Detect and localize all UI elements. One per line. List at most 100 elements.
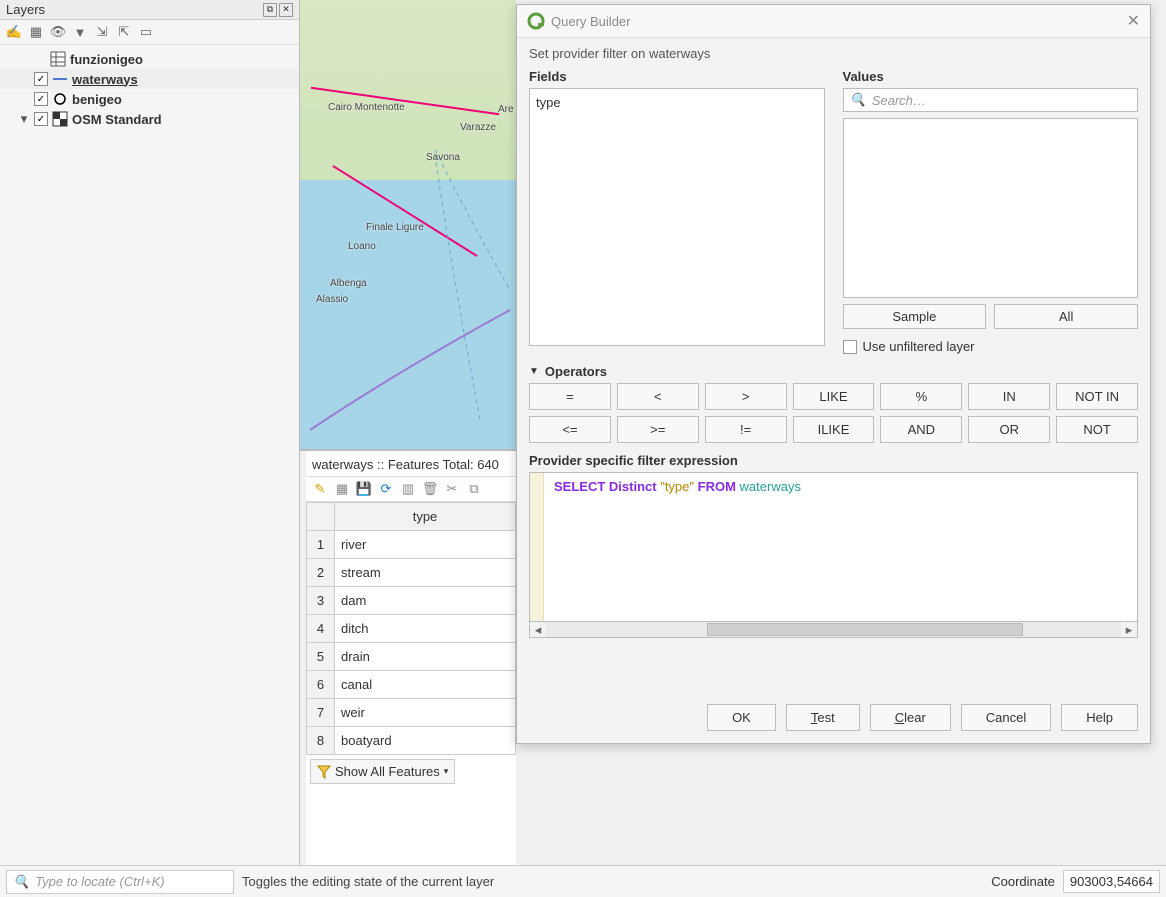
map-label: Cairo Montenotte: [328, 102, 405, 113]
table-row[interactable]: 8boatyard: [307, 727, 516, 755]
apply-style-icon[interactable]: ✍: [6, 24, 22, 40]
map-canvas[interactable]: Cairo Montenotte Varazze Are Savona Fina…: [300, 0, 516, 451]
save-icon[interactable]: ▦: [334, 481, 350, 497]
expression-scrollbar[interactable]: ◂ ▸: [529, 622, 1138, 638]
table-row[interactable]: 2stream: [307, 559, 516, 587]
show-all-features-button[interactable]: Show All Features ▾: [310, 759, 455, 784]
attribute-toolbar: ✎ ▦ 💾 ⟳ ▥ 🗑 ✂ ⧉: [306, 477, 516, 502]
layers-panel: Layers ⧉ ✕ ✍ ▦ 👁 ▼ ⇲ ⇱ ▭ funzionigeo wat…: [0, 0, 300, 868]
fields-listbox[interactable]: type: [529, 88, 825, 346]
operator-button[interactable]: =: [529, 383, 611, 410]
cancel-button[interactable]: Cancel: [961, 704, 1051, 731]
map-label: Albenga: [330, 278, 367, 289]
scroll-right-icon[interactable]: ▸: [1121, 622, 1137, 637]
raster-symbol-icon: [52, 111, 68, 127]
table-row[interactable]: 1river: [307, 531, 516, 559]
edit-icon[interactable]: ✎: [312, 481, 328, 497]
test-button[interactable]: Test: [786, 704, 860, 731]
row-number: 1: [307, 531, 335, 559]
layer-item-waterways[interactable]: waterways: [0, 69, 299, 89]
expression-label: Provider specific filter expression: [529, 453, 1138, 468]
coordinate-value[interactable]: 903003,54664: [1063, 870, 1160, 893]
operator-button[interactable]: >: [705, 383, 787, 410]
search-icon: 🔍: [850, 92, 866, 108]
layer-checkbox[interactable]: [34, 92, 48, 106]
dialog-titlebar[interactable]: Query Builder ✕: [517, 5, 1150, 38]
copy-icon[interactable]: ⧉: [466, 481, 482, 497]
sample-button[interactable]: Sample: [843, 304, 987, 329]
dialog-title: Query Builder: [551, 14, 630, 29]
layer-checkbox[interactable]: [34, 112, 48, 126]
scroll-left-icon[interactable]: ◂: [530, 622, 546, 637]
operator-button[interactable]: NOT IN: [1056, 383, 1138, 410]
locator-input[interactable]: 🔍 Type to locate (Ctrl+K): [6, 870, 234, 894]
row-number: 8: [307, 727, 335, 755]
operator-button[interactable]: LIKE: [793, 383, 875, 410]
operator-button[interactable]: <: [617, 383, 699, 410]
operator-button[interactable]: %: [880, 383, 962, 410]
ok-button[interactable]: OK: [707, 704, 776, 731]
add-group-icon[interactable]: ▦: [28, 24, 44, 40]
undock-icon[interactable]: ⧉: [263, 3, 277, 17]
table-row[interactable]: 3dam: [307, 587, 516, 615]
layer-item-funzionigeo[interactable]: funzionigeo: [0, 49, 299, 69]
operator-button[interactable]: OR: [968, 416, 1050, 443]
table-row[interactable]: 7weir: [307, 699, 516, 727]
operator-button[interactable]: !=: [705, 416, 787, 443]
point-symbol-icon: [52, 91, 68, 107]
table-row[interactable]: 4ditch: [307, 615, 516, 643]
layer-checkbox[interactable]: [34, 72, 48, 86]
all-button[interactable]: All: [994, 304, 1138, 329]
layer-item-benigeo[interactable]: benigeo: [0, 89, 299, 109]
operator-button[interactable]: AND: [880, 416, 962, 443]
layer-item-osm[interactable]: ▾ OSM Standard: [0, 109, 299, 129]
reload-icon[interactable]: ⟳: [378, 481, 394, 497]
manage-visibility-icon[interactable]: 👁: [50, 24, 66, 40]
collapse-icon[interactable]: ⇱: [116, 24, 132, 40]
row-number: 4: [307, 615, 335, 643]
cut-icon[interactable]: ✂: [444, 481, 460, 497]
table-row[interactable]: 6canal: [307, 671, 516, 699]
operator-button[interactable]: >=: [617, 416, 699, 443]
attribute-table: type 1river2stream3dam4ditch5drain6canal…: [306, 502, 516, 755]
values-listbox[interactable]: [843, 118, 1139, 298]
clear-button[interactable]: Clear: [870, 704, 951, 731]
table-row[interactable]: 5drain: [307, 643, 516, 671]
expression-editor[interactable]: SELECT Distinct "type" FROM waterways: [529, 472, 1138, 622]
map-label: Alassio: [316, 294, 348, 305]
values-search-input[interactable]: 🔍 Search…: [843, 88, 1139, 112]
scroll-thumb[interactable]: [707, 623, 1023, 636]
column-header[interactable]: type: [335, 503, 516, 531]
row-number: 5: [307, 643, 335, 671]
map-label: Finale Ligure: [366, 222, 424, 233]
save-edits-icon[interactable]: 💾: [356, 481, 372, 497]
map-label: Are: [498, 104, 514, 115]
operator-button[interactable]: IN: [968, 383, 1050, 410]
layer-label: OSM Standard: [72, 112, 162, 127]
operator-button[interactable]: NOT: [1056, 416, 1138, 443]
help-button[interactable]: Help: [1061, 704, 1138, 731]
expand-icon[interactable]: ▾: [18, 111, 30, 127]
operator-button[interactable]: <=: [529, 416, 611, 443]
layer-label: waterways: [72, 72, 138, 87]
layer-label: funzionigeo: [70, 52, 143, 67]
close-icon[interactable]: ✕: [1127, 11, 1140, 31]
close-panel-icon[interactable]: ✕: [279, 3, 293, 17]
cell-value: drain: [335, 643, 516, 671]
operators-section-header[interactable]: Operators: [529, 364, 1138, 379]
delete-icon[interactable]: 🗑: [422, 481, 438, 497]
map-label: Loano: [348, 241, 376, 252]
field-item[interactable]: type: [536, 95, 818, 110]
remove-layer-icon[interactable]: ▭: [138, 24, 154, 40]
qgis-logo-icon: [527, 12, 545, 30]
layers-panel-titlebar: Layers ⧉ ✕: [0, 0, 299, 20]
attribute-table-panel: waterways :: Features Total: 640 ✎ ▦ 💾 ⟳…: [306, 451, 516, 868]
filter-legend-icon[interactable]: ▼: [72, 24, 88, 40]
dialog-button-row: OK Test Clear Cancel Help: [707, 704, 1138, 731]
expand-icon[interactable]: ⇲: [94, 24, 110, 40]
unfiltered-checkbox[interactable]: [843, 340, 857, 354]
operator-button[interactable]: ILIKE: [793, 416, 875, 443]
add-feature-icon[interactable]: ▥: [400, 481, 416, 497]
dialog-subtitle: Set provider filter on waterways: [529, 46, 1138, 61]
map-label: Varazze: [460, 122, 496, 133]
